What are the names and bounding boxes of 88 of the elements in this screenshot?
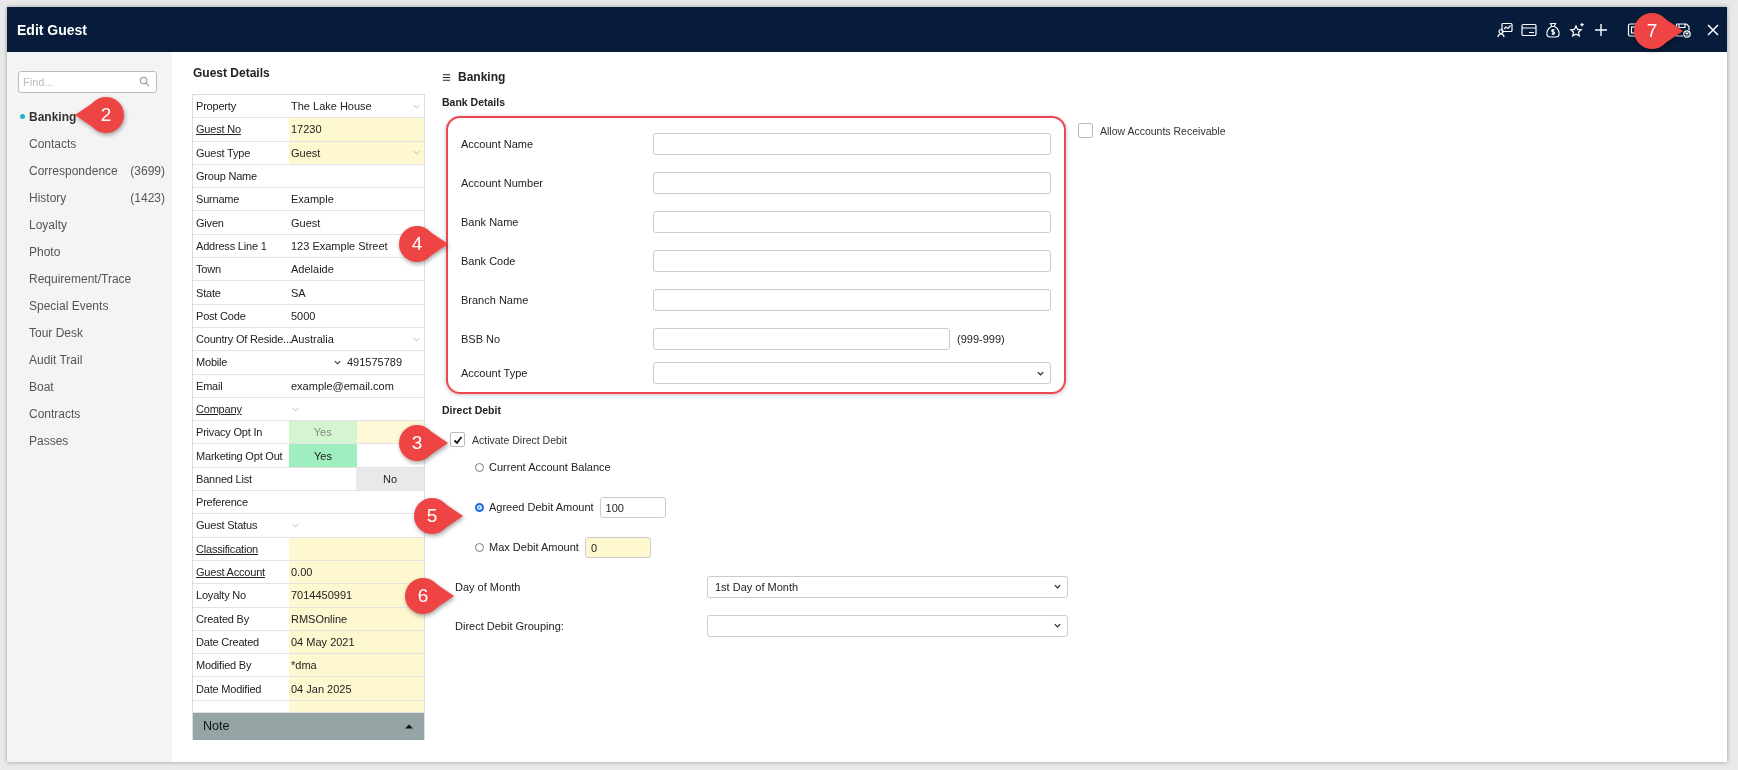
section-title: Guest Details	[193, 66, 271, 80]
field-label: Date Modified	[196, 682, 262, 695]
checkbox-label: Allow Accounts Receivable	[1100, 124, 1226, 137]
sidebar-item[interactable]: Contracts	[18, 400, 165, 427]
field-label: Account Number	[461, 176, 544, 189]
field-value: 0.00	[291, 566, 313, 579]
field-label: Date Created	[196, 635, 260, 648]
field-label: Branch Name	[461, 293, 530, 306]
radio-label: Max Debit Amount	[489, 541, 579, 553]
sidebar-item[interactable]: Correspondence (3699)	[18, 157, 165, 184]
field-label: Property	[196, 100, 236, 113]
field-label: Modified By	[196, 659, 252, 672]
field-value: SA	[291, 286, 306, 299]
field-label: Privacy Opt In	[196, 426, 263, 439]
field-label: Post Code	[196, 309, 246, 322]
sidebar-item[interactable]: Special Events	[18, 292, 165, 319]
callout-tooltip: 7	[1633, 12, 1683, 50]
field-label: Given	[196, 216, 224, 229]
callout-tooltip: 2	[75, 96, 125, 134]
field-label: Guest Type	[196, 146, 251, 159]
window-title: Edit Guest	[17, 21, 87, 38]
field-label: Direct Debit Grouping:	[455, 619, 565, 632]
field-value: 5000	[291, 309, 316, 322]
section-title: Banking	[458, 70, 506, 84]
field-value: 17230	[291, 123, 322, 136]
select-field[interactable]: 1st Day of Month	[707, 575, 1068, 598]
callout-tooltip: 3	[398, 424, 448, 462]
toggle-option[interactable]: Yes	[289, 444, 357, 467]
radio-label: Agreed Debit Amount	[489, 501, 594, 513]
field-value: example@email.com	[291, 379, 394, 392]
field-value: Example	[291, 193, 334, 206]
field-label: Surname	[196, 193, 240, 206]
callout-tooltip: 4	[398, 225, 448, 263]
sidebar-item[interactable]: Tour Desk	[18, 319, 165, 346]
field-link[interactable]: Guest Account	[196, 566, 265, 579]
field-value: 123 Example Street	[291, 239, 388, 252]
radio-label: Current Account Balance	[489, 461, 611, 473]
field-label: Loyalty No	[196, 589, 246, 602]
toggle-option[interactable]: No	[356, 467, 424, 491]
field-label: State	[196, 286, 221, 299]
field-label: BSB No	[461, 332, 502, 345]
field-link[interactable]: Company	[196, 403, 242, 415]
search-field[interactable]: Find...	[18, 71, 157, 93]
amount-field[interactable]: 0	[584, 536, 651, 558]
field-value: Adelaide	[291, 263, 334, 276]
field-label: Guest Status	[196, 519, 258, 532]
checkbox-label: Activate Direct Debit	[472, 433, 568, 446]
sidebar-item[interactable]: Requirement/Trace	[18, 265, 165, 292]
sidebar-item[interactable]: History (1423)	[18, 184, 165, 211]
format-hint: (999-999)	[957, 332, 1005, 345]
field-value: Australia	[291, 333, 334, 346]
field-label: Created By	[196, 612, 250, 625]
field-value: *dma	[291, 659, 317, 672]
field-value: 7014450991	[291, 589, 353, 602]
field-value: 04 May 2021	[291, 635, 355, 648]
sidebar-item[interactable]: Boat	[18, 373, 165, 400]
sidebar-item[interactable]: Photo	[18, 238, 165, 265]
field-label: Banned List	[196, 472, 252, 485]
field-label: Mobile	[196, 356, 228, 369]
callout-tooltip: 5	[413, 497, 463, 535]
note-bar[interactable]: Note	[193, 712, 424, 740]
field-label: Bank Name	[461, 215, 520, 228]
field-link[interactable]: Classification	[196, 542, 258, 555]
field-value: 491575789	[347, 356, 403, 369]
field-value: 04 Jan 2025	[291, 682, 352, 695]
sidebar-item[interactable]: Passes	[18, 427, 165, 454]
field-label: Day of Month	[455, 580, 522, 593]
group-title: Bank Details	[442, 96, 507, 108]
field-link[interactable]: Guest No	[196, 123, 241, 136]
field-label: Account Type	[461, 367, 529, 379]
field-label: Town	[196, 263, 221, 276]
field-label: Marketing Opt Out	[196, 449, 283, 462]
field-value: Guest	[291, 216, 321, 229]
field-value: Guest	[291, 146, 321, 159]
field-label: Country Of Reside...	[196, 333, 292, 346]
amount-field[interactable]: 100	[599, 496, 666, 518]
callout-tooltip: 6	[404, 577, 454, 615]
field-value: The Lake House	[291, 100, 372, 113]
field-label: Account Name	[461, 137, 535, 150]
field-label: Preference	[196, 496, 248, 509]
group-title: Direct Debit	[442, 404, 502, 416]
field-label: Email	[196, 379, 223, 392]
field-label: Group Name	[196, 170, 257, 183]
sidebar-item[interactable]: Loyalty	[18, 211, 165, 238]
field-value: RMSOnline	[291, 612, 348, 625]
field-label: Bank Code	[461, 254, 517, 267]
field-label: Address Line 1	[196, 239, 267, 252]
sidebar-item[interactable]: Audit Trail	[18, 346, 165, 373]
